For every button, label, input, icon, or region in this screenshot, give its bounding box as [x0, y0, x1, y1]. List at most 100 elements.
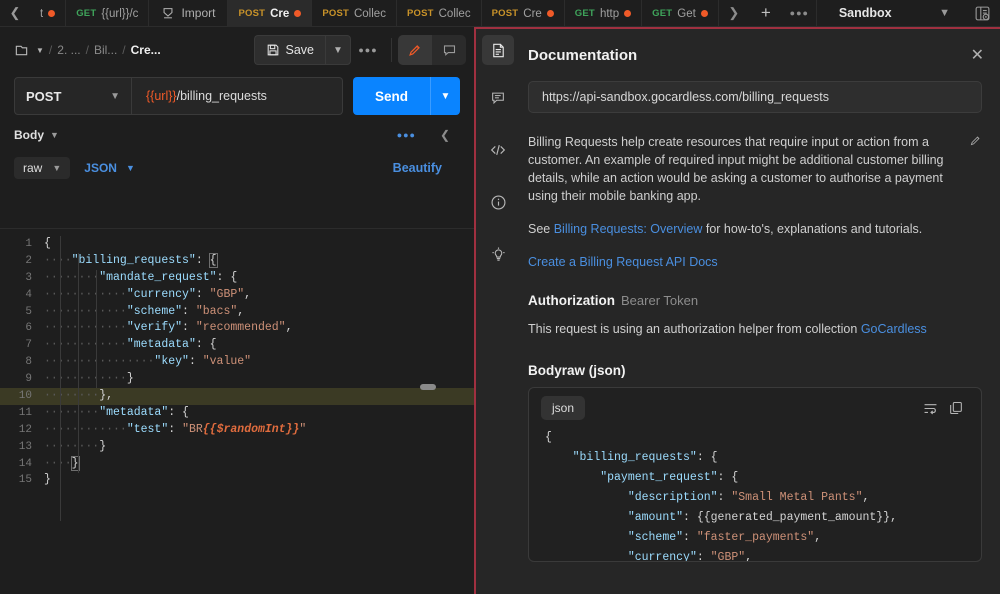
- editor-line[interactable]: 4 ············"currency": "GBP",: [0, 287, 474, 304]
- body-code-editor[interactable]: 1{2 ····"billing_requests": {3 ········"ma…: [0, 228, 474, 594]
- token-pun: },: [99, 389, 114, 403]
- breadcrumb-sep: /: [85, 43, 89, 57]
- close-icon[interactable]: ✕: [971, 45, 984, 65]
- tab-body[interactable]: Body ▼: [14, 128, 59, 142]
- token-pun: ,: [285, 321, 293, 335]
- request-more-actions-button[interactable]: ●●●: [351, 35, 385, 65]
- editor-line[interactable]: 12 ············"test": "BR{{$randomInt}}": [0, 422, 474, 439]
- body-language-select[interactable]: JSON ▼: [84, 161, 135, 175]
- editor-line[interactable]: 7 ············"metadata": {: [0, 337, 474, 354]
- body-type-select[interactable]: raw ▼: [14, 157, 71, 179]
- collapse-panel-icon[interactable]: ❮: [430, 128, 460, 142]
- editor-line[interactable]: 13 ········}: [0, 439, 474, 456]
- environment-quick-look-icon[interactable]: [964, 0, 1000, 26]
- request-section-tabs: Body ▼ ●●● ❮: [0, 119, 474, 151]
- token-pun: : {: [717, 471, 739, 484]
- send-button[interactable]: Send: [352, 77, 430, 115]
- save-options-button[interactable]: ▼: [325, 35, 351, 65]
- save-button[interactable]: Save: [253, 35, 325, 65]
- send-options-button[interactable]: ▼: [430, 77, 460, 115]
- indent-guide: [60, 236, 61, 521]
- chevron-down-icon: ▼: [52, 163, 62, 173]
- token-key: "amount": [627, 511, 684, 524]
- line-number: 13: [18, 440, 32, 453]
- editor-line[interactable]: 5 ············"scheme": "bacs",: [0, 304, 474, 321]
- breadcrumb-item-1[interactable]: Bil...: [94, 43, 117, 57]
- pencil-icon[interactable]: [398, 35, 432, 65]
- tab-method: GET: [76, 8, 97, 19]
- comment-icon[interactable]: [482, 83, 514, 113]
- import-button[interactable]: Import: [149, 0, 229, 26]
- url-input[interactable]: {{url}}/billing_requests: [132, 77, 343, 115]
- line-content: ····}: [44, 455, 474, 473]
- request-tab-0[interactable]: t: [30, 0, 67, 27]
- request-tab-3[interactable]: POST Cre: [228, 0, 313, 27]
- gocardless-collection-link[interactable]: GoCardless: [861, 322, 927, 336]
- editor-line[interactable]: 9 ············}: [0, 371, 474, 388]
- body-more-options-button[interactable]: ●●●: [397, 130, 430, 140]
- request-tab-8[interactable]: GET Get: [642, 0, 719, 27]
- editor-line[interactable]: 3 ········"mandate_request": {: [0, 270, 474, 287]
- request-tab-5[interactable]: POST Collec: [397, 0, 482, 27]
- token-var: {{$randomInt}}: [202, 422, 300, 436]
- token-pun: :: [182, 321, 196, 335]
- api-docs-link[interactable]: Create a Billing Request API Docs: [528, 255, 718, 269]
- pencil-edit-icon[interactable]: [969, 134, 982, 152]
- breadcrumb-sep: /: [48, 43, 53, 57]
- tab-options-button[interactable]: ●●●: [783, 0, 817, 26]
- environment-selector[interactable]: Sandbox ▼: [817, 0, 964, 26]
- breadcrumb-item-0[interactable]: 2. ...: [57, 43, 80, 57]
- token-pun: ,: [814, 531, 822, 544]
- editor-line[interactable]: 10 ········},: [0, 388, 474, 405]
- code-icon[interactable]: [482, 135, 514, 165]
- line-number: 3: [25, 271, 32, 284]
- editor-line[interactable]: 11 ········"metadata": {: [0, 405, 474, 422]
- editor-line[interactable]: 8 ················"key": "value": [0, 354, 474, 371]
- editor-line[interactable]: 15}: [0, 472, 474, 489]
- billing-requests-overview-link[interactable]: Billing Requests: Overview: [554, 222, 703, 236]
- token-dim: ········: [44, 270, 100, 284]
- editor-line[interactable]: 2 ····"billing_requests": {: [0, 252, 474, 270]
- info-icon[interactable]: [482, 187, 514, 217]
- editor-line[interactable]: 1{: [0, 236, 474, 253]
- token-pun: }: [44, 473, 51, 487]
- line-number: 2: [25, 254, 32, 267]
- body-heading: Bodyraw (json): [528, 363, 1000, 378]
- token-str: ": [299, 422, 307, 436]
- editor-line[interactable]: 6 ············"verify": "recommended",: [0, 320, 474, 337]
- request-tab-4[interactable]: POST Collec: [312, 0, 397, 27]
- authorization-label: Authorization: [528, 293, 615, 308]
- breadcrumb-item-2[interactable]: Cre...: [131, 43, 161, 57]
- tab-scroll-right-icon[interactable]: ❯: [719, 0, 749, 26]
- editor-line[interactable]: 14 ····}: [0, 455, 474, 473]
- token-pun: : {: [696, 451, 718, 464]
- send-group: Send ▼: [352, 77, 460, 115]
- request-tab-6[interactable]: POST Cre: [482, 0, 565, 27]
- comment-icon[interactable]: [432, 35, 466, 65]
- copy-icon[interactable]: [943, 396, 969, 420]
- tab-label: Collec: [438, 7, 471, 20]
- token-key: "billing_requests": [71, 253, 196, 267]
- request-tab-7[interactable]: GET http: [565, 0, 643, 27]
- documentation-icon[interactable]: [482, 35, 514, 65]
- request-tab-1[interactable]: GET {{url}}/c: [66, 0, 150, 27]
- wrap-text-icon[interactable]: [917, 396, 943, 420]
- tab-scroll-left-icon[interactable]: ❮: [0, 0, 30, 26]
- body-subtype: raw (json): [561, 363, 626, 378]
- tab-label: Get: [677, 7, 696, 20]
- http-method-select[interactable]: POST ▼: [14, 77, 132, 115]
- token-dim: ········: [44, 439, 100, 453]
- line-content: {: [44, 236, 474, 253]
- editor-scrollbar[interactable]: [420, 384, 436, 390]
- tab-label: t: [40, 7, 44, 20]
- token-key: "currency": [627, 551, 697, 562]
- documentation-url[interactable]: https://api-sandbox.gocardless.com/billi…: [528, 81, 982, 113]
- tab-method: POST: [491, 8, 519, 19]
- new-tab-button[interactable]: +: [749, 0, 783, 26]
- lightbulb-icon[interactable]: [482, 239, 514, 269]
- beautify-button[interactable]: Beautify: [393, 161, 460, 175]
- token-pun: : {{generated_payment_amount}},: [683, 511, 897, 524]
- collection-icon[interactable]: [14, 43, 29, 58]
- token-pun: ,: [237, 304, 245, 318]
- caret-down-icon[interactable]: ▼: [36, 46, 44, 55]
